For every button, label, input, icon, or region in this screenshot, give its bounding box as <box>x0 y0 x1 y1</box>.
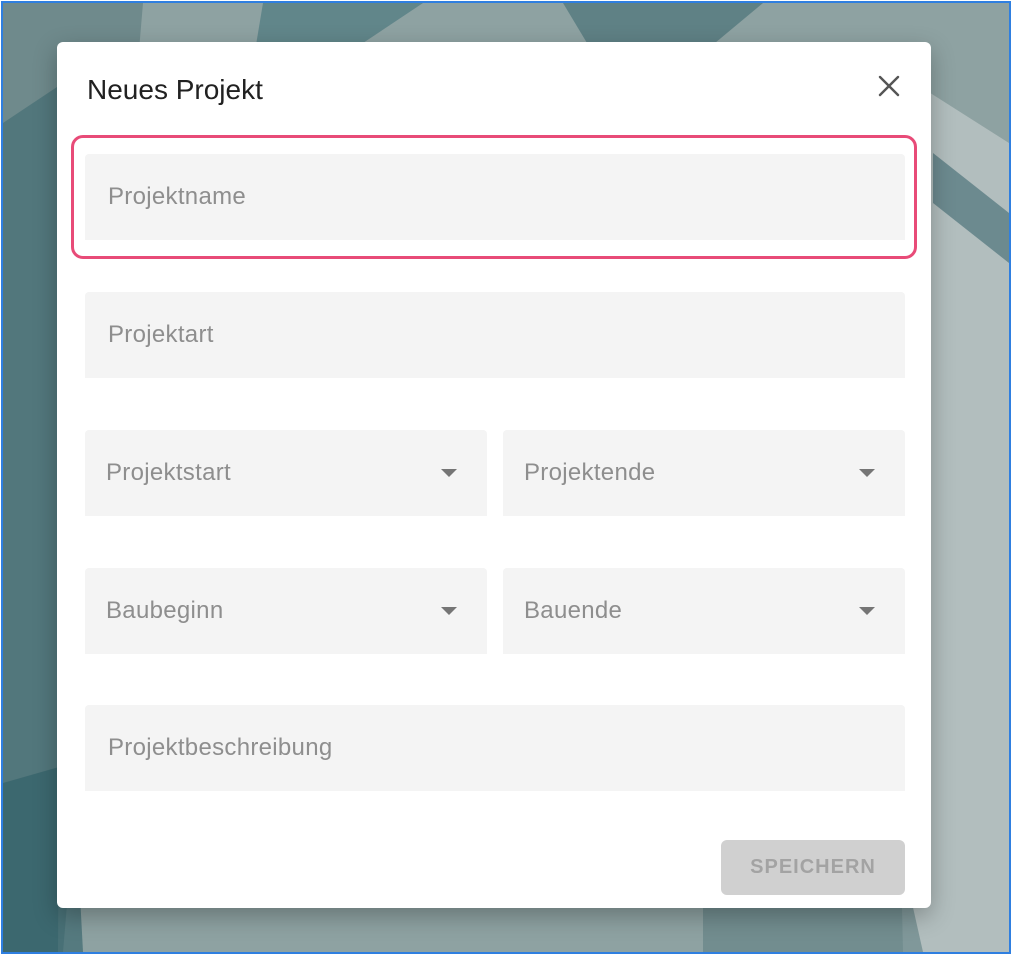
construction-end-label: Bauende <box>524 597 623 624</box>
project-end-label: Projektende <box>524 459 656 486</box>
close-button[interactable] <box>871 68 907 104</box>
project-end-select[interactable]: Projektende <box>503 430 905 516</box>
chevron-down-icon <box>441 607 457 615</box>
project-name-field[interactable] <box>85 154 905 240</box>
project-name-input[interactable] <box>106 182 905 212</box>
project-start-select[interactable]: Projektstart <box>85 430 487 516</box>
chevron-down-icon <box>859 469 875 477</box>
construction-end-select[interactable]: Bauende <box>503 568 905 654</box>
construction-start-label: Baubeginn <box>106 597 224 624</box>
project-description-input[interactable] <box>106 733 905 763</box>
project-type-input[interactable] <box>106 320 905 350</box>
chevron-down-icon <box>859 607 875 615</box>
project-description-field[interactable] <box>85 705 905 791</box>
project-type-field[interactable] <box>85 292 905 378</box>
new-project-dialog: Neues Projekt Projektstart Projektende B… <box>57 42 931 908</box>
construction-start-select[interactable]: Baubeginn <box>85 568 487 654</box>
save-button[interactable]: SPEICHERN <box>721 840 905 895</box>
close-icon <box>878 75 900 97</box>
chevron-down-icon <box>441 469 457 477</box>
project-start-label: Projektstart <box>106 459 231 486</box>
dialog-title: Neues Projekt <box>87 74 263 105</box>
